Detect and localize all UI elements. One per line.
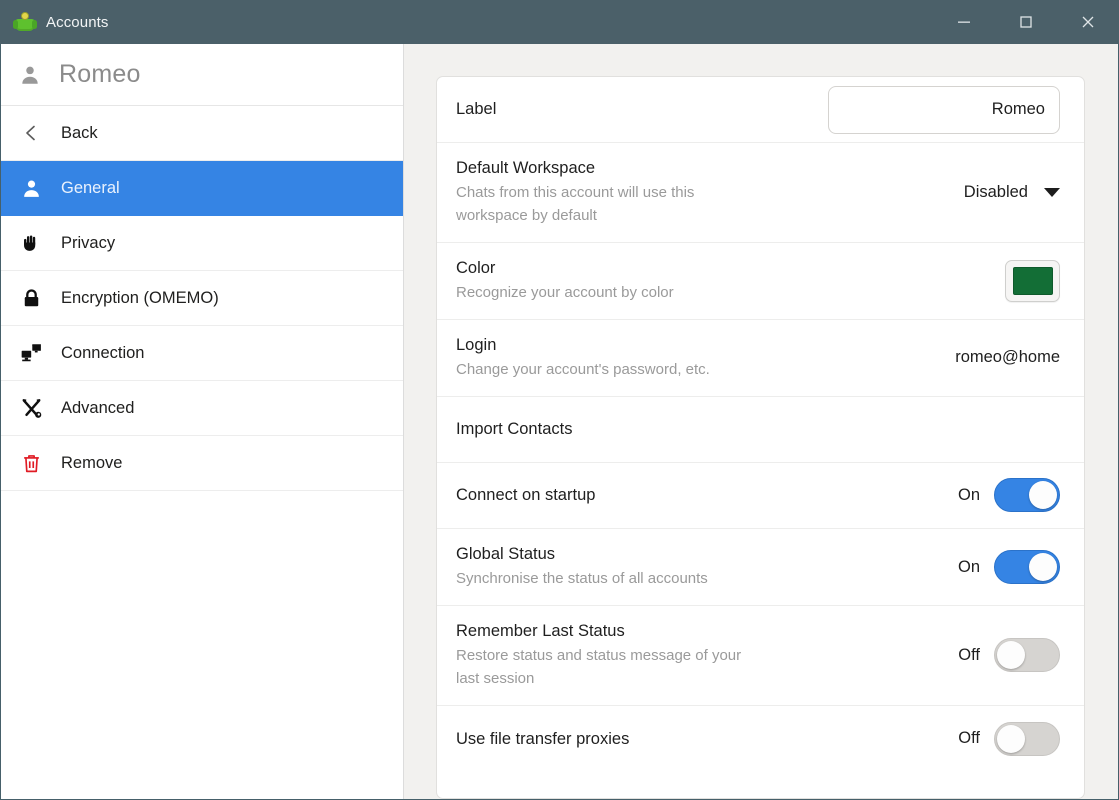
network-icon <box>19 341 43 365</box>
sidebar-item-label: Encryption (OMEMO) <box>61 288 219 307</box>
setting-control: Off <box>938 721 1060 756</box>
account-header: Romeo <box>1 44 403 106</box>
setting-subtitle: Synchronise the status of all accounts <box>456 570 708 588</box>
toggle-state-label: On <box>957 485 980 504</box>
login-value: romeo@home <box>955 348 1060 367</box>
minimize-button[interactable] <box>933 0 995 44</box>
chevron-down-icon <box>1044 187 1060 197</box>
setting-texts: Import Contacts <box>456 404 1044 454</box>
setting-texts: Use file transfer proxies <box>456 714 938 764</box>
settings-card: Label Romeo Default Workspace Chats from… <box>436 76 1085 799</box>
title-bar-left: Accounts <box>0 11 109 33</box>
window-controls <box>933 0 1119 44</box>
setting-control <box>989 259 1060 302</box>
sidebar-item-label: Advanced <box>61 398 135 417</box>
sidebar-item-remove[interactable]: Remove <box>1 436 403 491</box>
lock-icon <box>19 286 43 310</box>
setting-control: Disabled <box>948 183 1060 202</box>
toggle-state-label: Off <box>958 645 980 664</box>
setting-title: Connect on startup <box>456 486 596 505</box>
title-bar: Accounts <box>0 0 1119 44</box>
dropdown-value: Disabled <box>963 182 1028 201</box>
setting-texts: Connect on startup <box>456 470 938 520</box>
person-icon <box>19 176 43 200</box>
account-name: Romeo <box>59 60 141 88</box>
setting-texts: Remember Last Status Restore status and … <box>456 606 938 705</box>
window-title: Accounts <box>46 13 109 31</box>
label-input[interactable]: Romeo <box>828 85 1060 134</box>
setting-title: Use file transfer proxies <box>456 729 630 748</box>
file-transfer-proxies-toggle[interactable] <box>994 721 1060 756</box>
setting-row-login[interactable]: Login Change your account's password, et… <box>437 320 1084 397</box>
setting-title: Default Workspace <box>456 159 596 177</box>
setting-row-default-workspace: Default Workspace Chats from this accoun… <box>437 143 1084 243</box>
setting-control: Off <box>938 638 1060 673</box>
color-swatch <box>1012 266 1053 295</box>
setting-subtitle: Change your account's password, etc. <box>456 361 710 379</box>
setting-title: Remember Last Status <box>456 622 625 641</box>
sidebar-item-advanced[interactable]: Advanced <box>1 381 403 436</box>
setting-subtitle: Chats from this account will use this wo… <box>456 184 695 225</box>
person-icon <box>22 66 38 84</box>
color-picker-button[interactable] <box>1005 259 1060 302</box>
setting-row-global-status: Global Status Synchronise the status of … <box>437 529 1084 607</box>
setting-control: On <box>938 550 1060 585</box>
sidebar-item-encryption[interactable]: Encryption (OMEMO) <box>1 271 403 326</box>
sidebar-item-connection[interactable]: Connection <box>1 326 403 381</box>
toggle-state-label: On <box>957 557 980 576</box>
close-icon <box>1082 16 1094 28</box>
setting-subtitle: Restore status and status message of you… <box>456 647 742 688</box>
setting-control: On <box>938 478 1060 513</box>
setting-texts: Login Change your account's password, et… <box>456 320 939 396</box>
sidebar-item-label: Connection <box>61 343 145 362</box>
accounts-window: Accounts Romeo Back General Privacy Encr… <box>0 0 1119 800</box>
setting-row-remember-last-status: Remember Last Status Restore status and … <box>437 606 1084 706</box>
setting-row-label: Label Romeo <box>437 77 1084 143</box>
connect-on-startup-toggle[interactable] <box>994 478 1060 513</box>
setting-title: Global Status <box>456 544 556 563</box>
remember-last-status-toggle[interactable] <box>994 638 1060 673</box>
close-button[interactable] <box>1057 0 1119 44</box>
setting-texts: Label <box>456 84 812 134</box>
tools-icon <box>19 396 43 420</box>
sidebar-item-label: General <box>61 178 120 197</box>
hand-icon <box>19 231 43 255</box>
global-status-toggle[interactable] <box>994 550 1060 585</box>
setting-row-file-transfer-proxies: Use file transfer proxies Off <box>437 706 1084 772</box>
default-workspace-dropdown[interactable]: Disabled <box>964 183 1060 202</box>
maximize-icon <box>1020 16 1032 28</box>
sidebar-item-label: Privacy <box>61 233 116 252</box>
setting-subtitle: Recognize your account by color <box>456 284 674 302</box>
trash-icon <box>19 451 43 475</box>
toggle-state-label: Off <box>958 729 980 748</box>
setting-control: Romeo <box>812 85 1060 134</box>
setting-control: romeo@home <box>939 348 1060 367</box>
window-body: Romeo Back General Privacy Encryption (O… <box>0 44 1119 800</box>
sidebar-item-general[interactable]: General <box>1 161 403 216</box>
setting-title: Import Contacts <box>456 420 573 439</box>
settings-content: Label Romeo Default Workspace Chats from… <box>404 44 1118 799</box>
minimize-icon <box>958 21 970 23</box>
setting-texts: Global Status Synchronise the status of … <box>456 529 938 605</box>
setting-row-color: Color Recognize your account by color <box>437 243 1084 320</box>
sidebar: Romeo Back General Privacy Encryption (O… <box>1 44 404 799</box>
sidebar-item-privacy[interactable]: Privacy <box>1 216 403 271</box>
setting-title: Color <box>456 258 496 277</box>
maximize-button[interactable] <box>995 0 1057 44</box>
sidebar-item-label: Remove <box>61 453 123 472</box>
setting-row-connect-on-startup: Connect on startup On <box>437 463 1084 529</box>
dino-xmpp-icon <box>13 11 37 33</box>
sidebar-item-label: Back <box>61 123 98 142</box>
sidebar-filler <box>1 491 403 799</box>
setting-title: Login <box>456 335 497 354</box>
setting-title: Label <box>456 100 497 119</box>
setting-texts: Color Recognize your account by color <box>456 243 989 319</box>
chevron-left-icon <box>19 121 43 145</box>
sidebar-item-back[interactable]: Back <box>1 106 403 161</box>
setting-texts: Default Workspace Chats from this accoun… <box>456 143 948 242</box>
setting-row-import-contacts[interactable]: Import Contacts <box>437 397 1084 463</box>
